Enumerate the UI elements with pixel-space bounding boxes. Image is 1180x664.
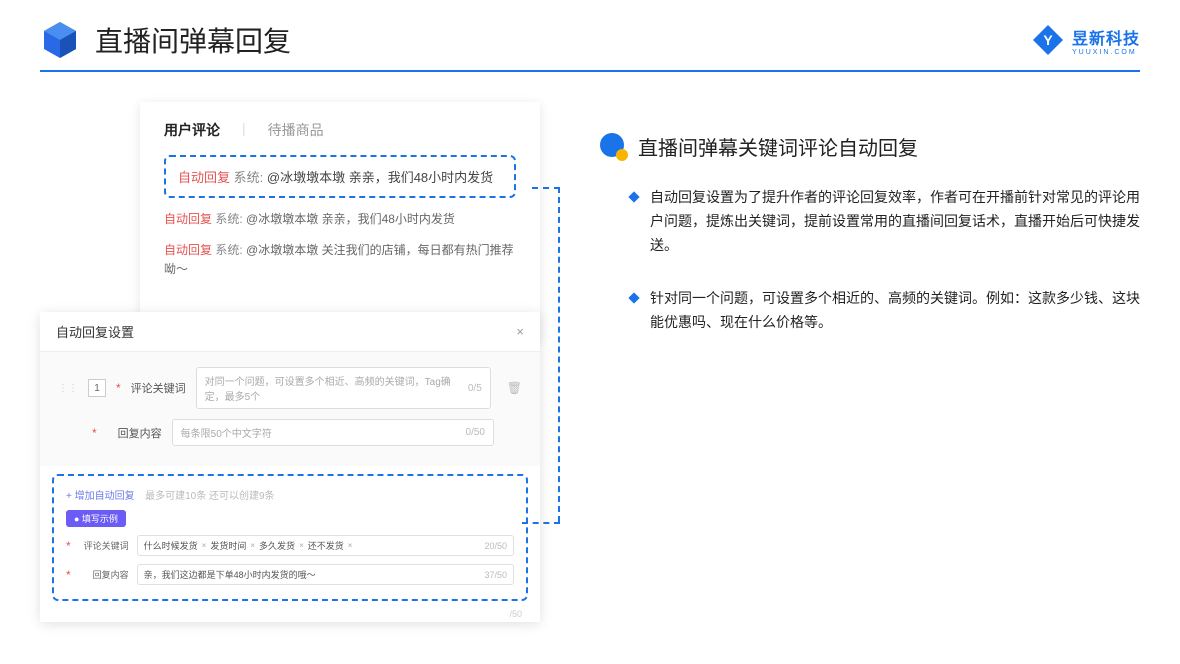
- comment-line: 自动回复 系统: @冰墩墩本墩 关注我们的店铺，每日都有热门推荐呦～: [164, 241, 516, 279]
- settings-header: 自动回复设置 ×: [40, 312, 540, 352]
- keyword-row: ⋮⋮ 1 * 评论关键词 对同一个问题，可设置多个相近、高频的关键词，Tag确定…: [58, 367, 522, 409]
- logo-subtext: YUUXIN.COM: [1072, 49, 1140, 56]
- example-content-input[interactable]: 亲，我们这边都是下单48小时内发货的哦～ 37/50: [137, 564, 514, 585]
- row-number: 1: [88, 379, 106, 397]
- example-content-row: * 回复内容 亲，我们这边都是下单48小时内发货的哦～ 37/50: [66, 564, 514, 585]
- cube-icon: [40, 20, 80, 60]
- input-placeholder: 每条限50个中文字符: [181, 425, 272, 440]
- tab-pending-goods[interactable]: 待播商品: [268, 120, 324, 140]
- tag-close-icon[interactable]: ×: [299, 541, 304, 550]
- section-title: 直播间弹幕关键词评论自动回复: [600, 132, 1140, 161]
- auto-reply-label: 自动回复: [164, 212, 212, 226]
- comments-panel: 用户评论 | 待播商品 自动回复 系统: @冰墩墩本墩 亲亲，我们48小时内发货…: [140, 102, 540, 340]
- add-auto-reply-link[interactable]: + 增加自动回复: [66, 491, 135, 502]
- svg-text:Y: Y: [1043, 32, 1053, 48]
- page-title: 直播间弹幕回复: [95, 20, 291, 60]
- auto-reply-label: 自动回复: [164, 243, 212, 257]
- title-icon: [600, 133, 628, 161]
- tab-divider: |: [242, 120, 246, 140]
- required-star: *: [116, 381, 121, 395]
- bullet-item: 针对同一个问题，可设置多个相近的、高频的关键词。例如：这款多少钱、这块能优惠吗、…: [600, 287, 1140, 335]
- tag: 什么时候发货: [144, 539, 198, 552]
- content-input[interactable]: 每条限50个中文字符 0/50: [172, 419, 494, 446]
- bullet-text: 针对同一个问题，可设置多个相近的、高频的关键词。例如：这款多少钱、这块能优惠吗、…: [650, 287, 1140, 335]
- logo-icon: Y: [1032, 24, 1064, 56]
- keyword-input[interactable]: 对同一个问题，可设置多个相近、高频的关键词，Tag确定，最多5个 0/5: [196, 367, 491, 409]
- input-placeholder: 对同一个问题，可设置多个相近、高频的关键词，Tag确定，最多5个: [205, 373, 468, 403]
- trash-icon[interactable]: 🗑: [507, 381, 522, 395]
- diamond-icon: [628, 191, 639, 202]
- add-hint: 最多可建10条 还可以创建9条: [145, 491, 274, 502]
- tag: 多久发货: [259, 539, 295, 552]
- tag: 发货时间: [210, 539, 246, 552]
- required-star: *: [92, 426, 97, 440]
- page-header: 直播间弹幕回复 Y 昱新科技 YUUXIN.COM: [0, 0, 1180, 70]
- counter: 37/50: [484, 570, 507, 580]
- example-area: + 增加自动回复 最多可建10条 还可以创建9条 ● 填写示例 * 评论关键词 …: [52, 474, 528, 601]
- auto-reply-label: 自动回复: [178, 170, 230, 185]
- brand-logo: Y 昱新科技 YUUXIN.COM: [1032, 24, 1140, 56]
- tag-close-icon[interactable]: ×: [348, 541, 353, 550]
- diamond-icon: [628, 293, 639, 304]
- bullet-text: 自动回复设置为了提升作者的评论回复效率，作者可在开播前针对常见的评论用户问题，提…: [650, 186, 1140, 257]
- example-badge: ● 填写示例: [66, 510, 126, 527]
- settings-panel: 自动回复设置 × ⋮⋮ 1 * 评论关键词 对同一个问题，可设置多个相近、高频的…: [40, 312, 540, 622]
- example-keyword-row: * 评论关键词 什么时候发货× 发货时间× 多久发货× 还不发货× 20/50: [66, 535, 514, 556]
- required-star: *: [66, 539, 71, 553]
- system-label: 系统:: [234, 170, 264, 185]
- example-kw-label: 评论关键词: [79, 539, 129, 552]
- tag-close-icon[interactable]: ×: [250, 541, 255, 550]
- content-label: 回复内容: [107, 425, 162, 441]
- section-title-text: 直播间弹幕关键词评论自动回复: [638, 132, 918, 161]
- header-divider: [40, 70, 1140, 72]
- connector-line: [558, 187, 560, 522]
- counter: 20/50: [484, 541, 507, 551]
- comment-text: @冰墩墩本墩 亲亲，我们48小时内发货: [267, 170, 493, 185]
- bullet-item: 自动回复设置为了提升作者的评论回复效率，作者可在开播前针对常见的评论用户问题，提…: [600, 186, 1140, 257]
- tab-user-comments[interactable]: 用户评论: [164, 120, 220, 140]
- logo-text: 昱新科技: [1072, 25, 1140, 49]
- comment-line: 自动回复 系统: @冰墩墩本墩 亲亲，我们48小时内发货: [164, 210, 516, 229]
- tag-close-icon[interactable]: ×: [202, 541, 207, 550]
- example-content-text: 亲，我们这边都是下单48小时内发货的哦～: [144, 568, 316, 581]
- example-content-label: 回复内容: [79, 568, 129, 581]
- system-label: 系统:: [215, 212, 242, 226]
- required-star: *: [66, 568, 71, 582]
- bottom-counter: /50: [509, 609, 522, 619]
- counter: 0/50: [466, 427, 485, 438]
- description-column: 直播间弹幕关键词评论自动回复 自动回复设置为了提升作者的评论回复效率，作者可在开…: [600, 102, 1140, 365]
- tag: 还不发货: [308, 539, 344, 552]
- system-label: 系统:: [215, 243, 242, 257]
- screenshots-column: 用户评论 | 待播商品 自动回复 系统: @冰墩墩本墩 亲亲，我们48小时内发货…: [40, 102, 560, 365]
- connector-line: [532, 187, 560, 189]
- counter: 0/5: [468, 383, 482, 394]
- example-tag-input[interactable]: 什么时候发货× 发货时间× 多久发货× 还不发货× 20/50: [137, 535, 514, 556]
- comment-text: @冰墩墩本墩 亲亲，我们48小时内发货: [246, 212, 455, 226]
- keyword-label: 评论关键词: [131, 380, 186, 396]
- highlighted-comment: 自动回复 系统: @冰墩墩本墩 亲亲，我们48小时内发货: [164, 155, 516, 198]
- settings-title: 自动回复设置: [56, 322, 134, 341]
- close-icon[interactable]: ×: [516, 324, 524, 339]
- comment-tabs: 用户评论 | 待播商品: [164, 120, 516, 140]
- content-row: * 回复内容 每条限50个中文字符 0/50: [58, 419, 522, 446]
- connector-line: [522, 522, 560, 524]
